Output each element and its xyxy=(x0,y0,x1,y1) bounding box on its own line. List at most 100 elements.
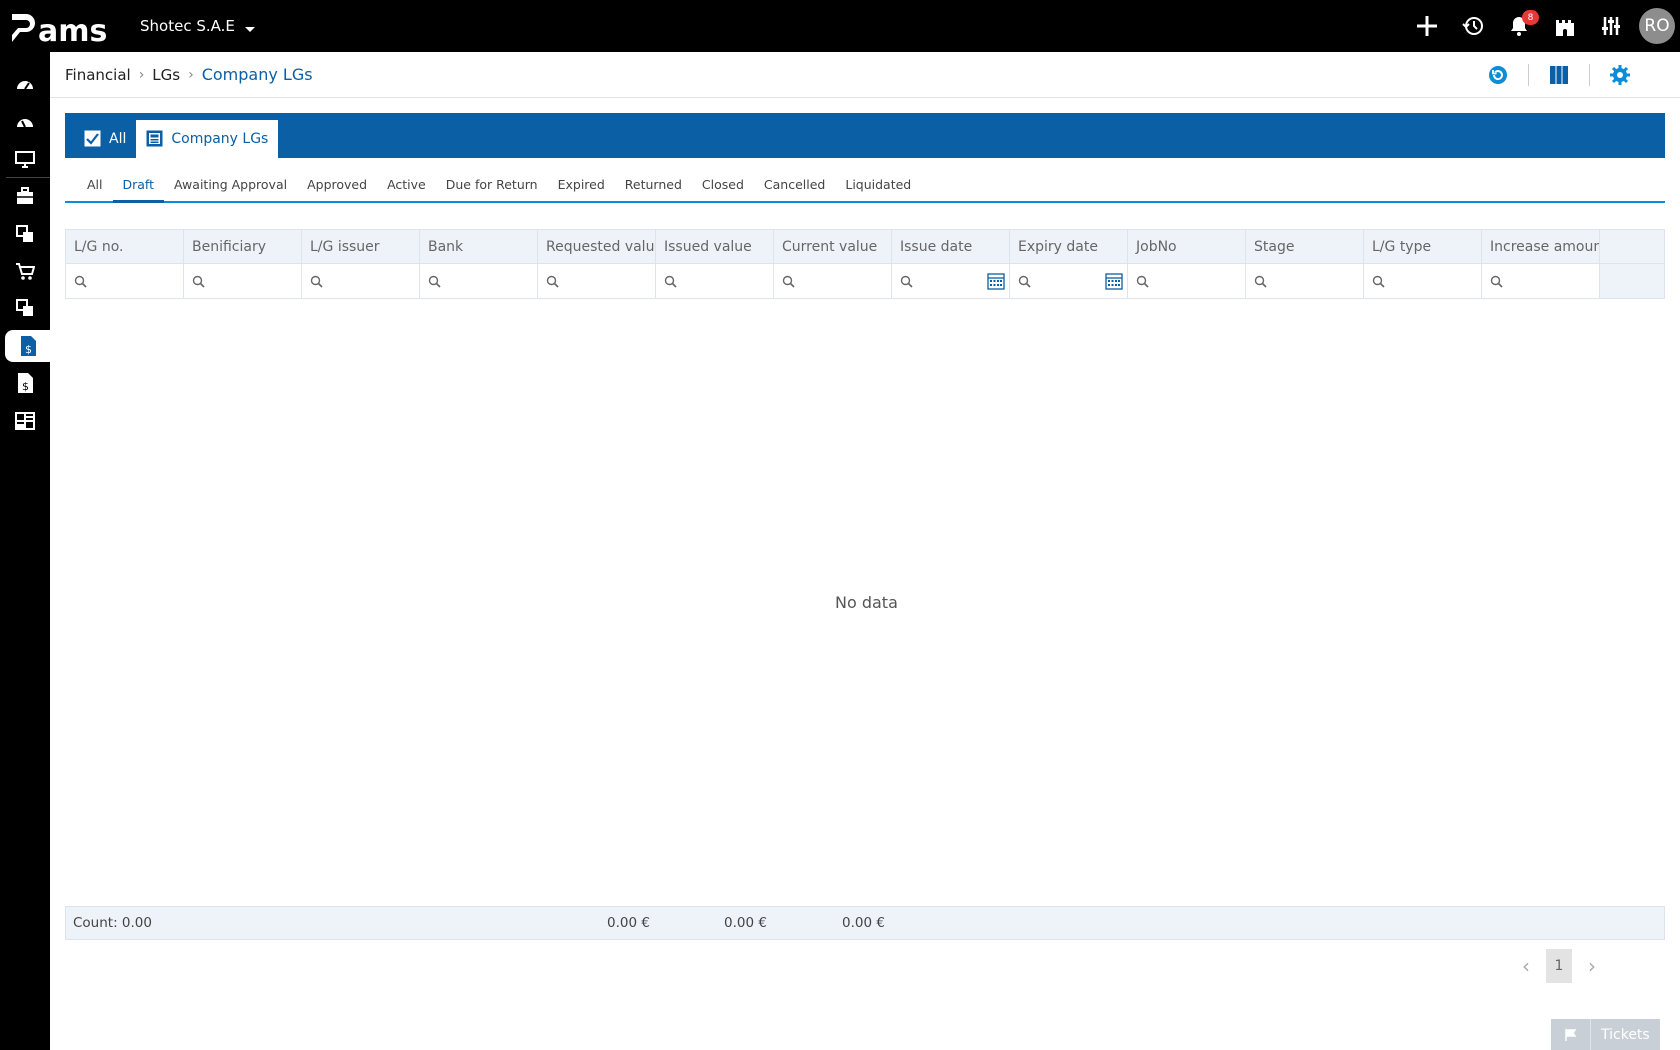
search-icon xyxy=(1372,275,1385,288)
filter-issued-value[interactable] xyxy=(656,264,774,298)
next-page-button[interactable]: › xyxy=(1578,949,1606,983)
view-tab-label: All xyxy=(109,130,127,147)
settings-sliders-button[interactable] xyxy=(1588,0,1634,52)
castle-button[interactable] xyxy=(1542,0,1588,52)
search-icon xyxy=(1490,275,1503,288)
tickets-button[interactable]: Tickets xyxy=(1551,1019,1660,1050)
tab-awaiting-approval[interactable]: Awaiting Approval xyxy=(164,168,297,201)
castle-icon xyxy=(1556,20,1574,36)
add-button[interactable] xyxy=(1404,0,1450,52)
filter-lg-issuer[interactable] xyxy=(302,264,420,298)
pams-logo-icon: ams xyxy=(12,14,107,44)
cart-icon xyxy=(16,263,35,280)
sidebar-item-dashboard[interactable] xyxy=(5,68,45,100)
column-header-issued-value[interactable]: Issued value xyxy=(656,230,774,263)
breadcrumb: Financial › LGs › Company LGs xyxy=(50,65,313,84)
sidebar-item-projects[interactable] xyxy=(5,180,45,212)
tab-expired[interactable]: Expired xyxy=(548,168,615,201)
settings-button[interactable] xyxy=(1590,52,1650,98)
column-header-current-value[interactable]: Current value xyxy=(774,230,892,263)
column-header-lg-issuer[interactable]: L/G issuer xyxy=(302,230,420,263)
page-title: Company LGs xyxy=(201,65,313,84)
tab-returned[interactable]: Returned xyxy=(615,168,692,201)
pagination: ‹ 1 › xyxy=(1512,949,1606,983)
chevron-right-icon: › xyxy=(188,66,194,83)
column-header-stage[interactable]: Stage xyxy=(1246,230,1364,263)
checkbox-icon xyxy=(84,130,101,147)
filter-expiry-date[interactable] xyxy=(1010,264,1128,298)
view-tab-company-lgs[interactable]: Company LGs xyxy=(136,119,279,158)
tickets-label: Tickets xyxy=(1601,1026,1650,1043)
tab-liquidated[interactable]: Liquidated xyxy=(835,168,921,201)
sidebar-item-documents[interactable] xyxy=(5,218,45,250)
user-menu[interactable]: RO xyxy=(1634,0,1680,52)
filter-stage[interactable] xyxy=(1246,264,1364,298)
reports-icon xyxy=(15,412,35,430)
monitor-icon xyxy=(15,151,35,168)
grid-summary-row: Count: 0.00 0.00 € 0.00 € 0.00 € xyxy=(65,906,1665,940)
briefcase-icon xyxy=(17,187,33,204)
sidebar-item-financial[interactable]: $ xyxy=(5,330,50,362)
column-header-beneficiary[interactable]: Benificiary xyxy=(184,230,302,263)
company-selector[interactable]: Shotec S.A.E xyxy=(140,17,255,35)
sidebar-item-inventory[interactable] xyxy=(5,292,45,324)
notification-badge: 8 xyxy=(1522,10,1539,25)
column-header-increase-amount[interactable]: Increase amount xyxy=(1482,230,1600,263)
columns-button[interactable] xyxy=(1529,52,1589,98)
grid-filter-row xyxy=(65,264,1665,299)
filter-increase-amount[interactable] xyxy=(1482,264,1600,298)
breadcrumb-lgs[interactable]: LGs xyxy=(152,66,180,84)
calendar-icon[interactable] xyxy=(987,272,1005,290)
calendar-icon[interactable] xyxy=(1105,272,1123,290)
history-button[interactable] xyxy=(1450,0,1496,52)
column-header-bank[interactable]: Bank xyxy=(420,230,538,263)
refresh-icon xyxy=(1489,66,1507,84)
sidebar-item-reports[interactable] xyxy=(5,405,45,437)
sidebar-item-procurement[interactable] xyxy=(5,255,45,287)
summary-requested-total: 0.00 € xyxy=(607,915,650,931)
filter-beneficiary[interactable] xyxy=(184,264,302,298)
sidebar-item-desktop[interactable] xyxy=(5,143,45,175)
column-header-jobno[interactable]: JobNo xyxy=(1128,230,1246,263)
breadcrumb-financial[interactable]: Financial xyxy=(65,66,131,84)
filter-lg-type[interactable] xyxy=(1364,264,1482,298)
search-icon xyxy=(900,275,913,288)
filter-issue-date[interactable] xyxy=(892,264,1010,298)
column-header-expiry-date[interactable]: Expiry date xyxy=(1010,230,1128,263)
column-header-lg-no[interactable]: L/G no. xyxy=(66,230,184,263)
avatar: RO xyxy=(1639,8,1675,44)
company-name: Shotec S.A.E xyxy=(140,17,235,35)
filter-current-value[interactable] xyxy=(774,264,892,298)
sidebar-item-analytics[interactable] xyxy=(5,106,45,138)
svg-text:ams: ams xyxy=(38,14,107,44)
invoice-icon: $ xyxy=(18,373,33,393)
filter-bank[interactable] xyxy=(420,264,538,298)
prev-page-button[interactable]: ‹ xyxy=(1512,949,1540,983)
flag-icon xyxy=(1551,1019,1591,1050)
tab-cancelled[interactable]: Cancelled xyxy=(754,168,835,201)
tab-approved[interactable]: Approved xyxy=(297,168,377,201)
notifications-button[interactable]: 8 xyxy=(1496,0,1542,52)
tab-active[interactable]: Active xyxy=(377,168,436,201)
refresh-button[interactable] xyxy=(1468,52,1528,98)
filter-jobno[interactable] xyxy=(1128,264,1246,298)
filter-requested-value[interactable] xyxy=(538,264,656,298)
sidebar-item-invoices[interactable]: $ xyxy=(5,367,45,399)
search-icon xyxy=(664,275,677,288)
tab-closed[interactable]: Closed xyxy=(692,168,754,201)
column-header-lg-type[interactable]: L/G type xyxy=(1364,230,1482,263)
top-bar: ams Shotec S.A.E 8 RO xyxy=(0,0,1680,52)
search-icon xyxy=(1136,275,1149,288)
tab-draft[interactable]: Draft xyxy=(112,168,165,203)
tab-all[interactable]: All xyxy=(77,168,113,201)
app-logo[interactable]: ams xyxy=(0,0,140,52)
page-button[interactable]: 1 xyxy=(1546,949,1572,983)
view-tab-all[interactable]: All xyxy=(84,120,136,158)
column-header-requested-value[interactable]: Requested value xyxy=(538,230,656,263)
search-icon xyxy=(1254,275,1267,288)
page-header: Financial › LGs › Company LGs xyxy=(50,52,1680,98)
filter-lg-no[interactable] xyxy=(66,264,184,298)
column-header-issue-date[interactable]: Issue date xyxy=(892,230,1010,263)
tab-due-for-return[interactable]: Due for Return xyxy=(436,168,548,201)
sidebar: $ $ xyxy=(0,52,50,1050)
